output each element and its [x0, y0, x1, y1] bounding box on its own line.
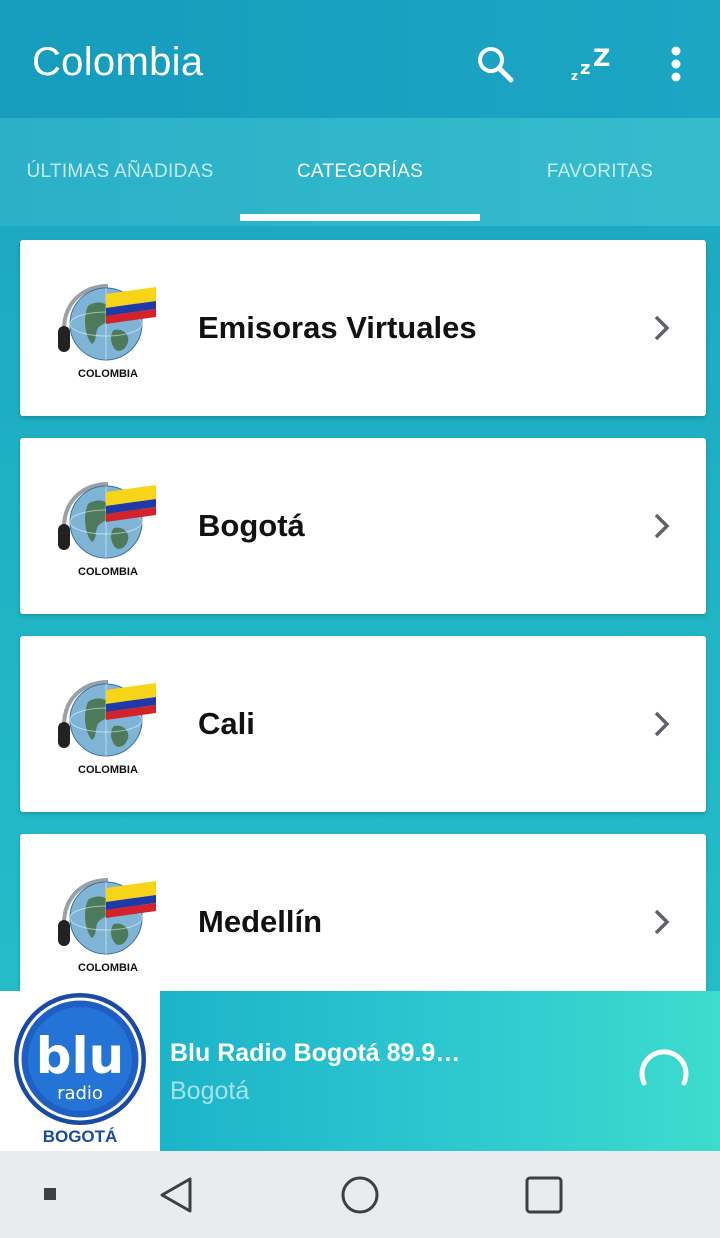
svg-text:z: z	[580, 58, 590, 79]
colombia-globe-logo: COLOMBIA	[56, 478, 160, 582]
chevron-right-icon	[652, 314, 672, 342]
chevron-right-icon	[652, 908, 672, 936]
category-card-0[interactable]: COLOMBIA Emisoras Virtuales	[20, 240, 706, 416]
tab-categorias[interactable]: CATEGORÍAS	[240, 118, 480, 226]
app-bar: Colombia z z Z	[0, 0, 720, 118]
category-title: Emisoras Virtuales	[198, 310, 477, 345]
chevron-right-icon	[652, 512, 672, 540]
now-playing-subtitle: Bogotá	[170, 1077, 250, 1105]
now-playing-title: Blu Radio Bogotá 89.9…	[170, 1039, 461, 1067]
tab-bar: ÚLTIMAS AÑADIDAS CATEGORÍAS FAVORITAS	[0, 118, 720, 226]
category-title: Cali	[198, 706, 255, 741]
logo-label: COLOMBIA	[78, 764, 138, 776]
logo-label: COLOMBIA	[78, 368, 138, 380]
category-card-3[interactable]: COLOMBIA Medellín	[20, 834, 706, 1010]
category-card-1[interactable]: COLOMBIA Bogotá	[20, 438, 706, 614]
system-nav-bar	[0, 1151, 720, 1238]
now-playing-bar[interactable]: blu radio BOGOTÁ Blu Radio Bogotá 89.9… …	[0, 991, 720, 1151]
nav-back-icon[interactable]	[154, 1173, 198, 1217]
search-icon[interactable]	[471, 40, 519, 88]
active-tab-indicator	[240, 214, 480, 221]
colombia-globe-logo: COLOMBIA	[56, 676, 160, 780]
loading-spinner-icon[interactable]	[636, 1045, 692, 1101]
chevron-right-icon	[652, 710, 672, 738]
logo-sub: radio	[57, 1083, 103, 1104]
nav-home-icon[interactable]	[338, 1173, 382, 1217]
category-title: Bogotá	[198, 508, 305, 543]
logo-word: blu	[36, 1027, 125, 1085]
tab-favoritas[interactable]: FAVORITAS	[480, 118, 720, 226]
station-logo: blu radio BOGOTÁ	[0, 991, 160, 1151]
nav-recents-icon[interactable]	[522, 1173, 566, 1217]
svg-text:z: z	[571, 69, 578, 83]
category-title: Medellín	[198, 904, 323, 939]
app-title: Colombia	[32, 40, 204, 84]
sleep-timer-icon[interactable]: z z Z	[568, 40, 616, 88]
svg-text:Z: Z	[593, 44, 610, 72]
logo-label: COLOMBIA	[78, 566, 138, 578]
more-vert-icon[interactable]	[652, 40, 700, 88]
colombia-globe-logo: COLOMBIA	[56, 874, 160, 978]
nav-menu-dot-icon[interactable]	[40, 1184, 60, 1204]
category-card-2[interactable]: COLOMBIA Cali	[20, 636, 706, 812]
logo-label: COLOMBIA	[78, 962, 138, 974]
tab-ultimas-anadidas[interactable]: ÚLTIMAS AÑADIDAS	[0, 118, 240, 226]
colombia-globe-logo: COLOMBIA	[56, 280, 160, 384]
station-logo-city: BOGOTÁ	[42, 1127, 118, 1146]
